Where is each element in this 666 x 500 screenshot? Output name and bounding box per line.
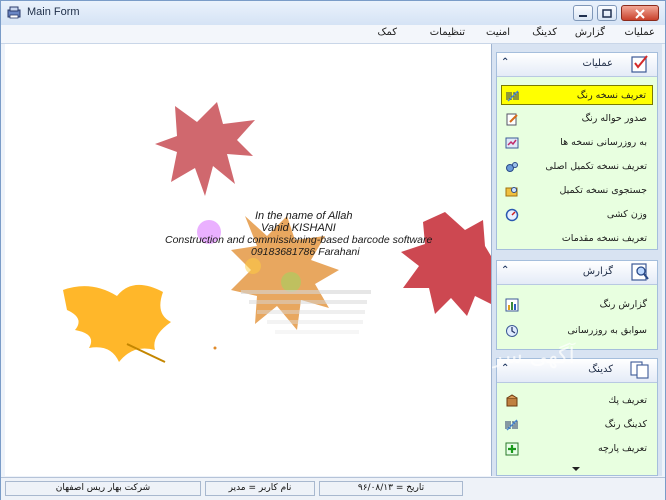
status-date: تاریخ = ۹۶/۰۸/۱۳ xyxy=(319,481,463,496)
menu-help[interactable]: کمک xyxy=(378,27,398,38)
item-define-fabric[interactable]: تعریف پارچه xyxy=(501,439,653,459)
item-define-pack[interactable]: تعریف پك xyxy=(501,391,653,411)
menu-security[interactable]: امنیت xyxy=(486,27,510,38)
package-icon xyxy=(506,394,518,407)
status-user: نام کاربر = مدیر xyxy=(205,481,315,496)
item-update-versions[interactable]: به روزرسانی نسخه ها xyxy=(501,133,653,153)
panel-operations-header[interactable]: ⌃ عملیات xyxy=(497,53,657,77)
splash-line-3: Construction and commissioning-based bar… xyxy=(165,234,433,246)
item-define-preliminary-version[interactable]: تعریف نسخه مقدمات xyxy=(501,229,653,249)
item-color-coding[interactable]: کدینگ رنگ xyxy=(501,415,653,435)
report-chart-icon xyxy=(505,298,519,312)
status-bar: تاریخ = ۹۶/۰۸/۱۳ نام کاربر = مدیر شرکت ب… xyxy=(1,477,665,500)
document-pen-icon xyxy=(506,113,518,126)
panel-operations: ⌃ عملیات تعریف نسخه رنگ صدور حواله رنگ ب… xyxy=(496,52,658,250)
menu-operations[interactable]: عملیات xyxy=(624,27,655,38)
workspace-canvas: In the name of Allah Vahid KISHANI Const… xyxy=(5,44,491,476)
main-window: Main Form عملیات گزارش کدینگ امنیت تنظیم… xyxy=(0,0,666,500)
barcode-icon xyxy=(506,90,519,102)
barcode-icon xyxy=(505,419,518,431)
copy-documents-icon xyxy=(630,361,649,379)
status-company: شرکت بهار ریس اصفهان xyxy=(5,481,201,496)
app-icon xyxy=(7,6,21,19)
gears-icon xyxy=(506,162,518,172)
window-title: Main Form xyxy=(27,6,80,18)
close-button[interactable] xyxy=(621,5,659,21)
minimize-button[interactable] xyxy=(573,5,593,21)
splash-line-1: In the name of Allah xyxy=(255,210,353,222)
menu-report[interactable]: گزارش xyxy=(575,27,605,38)
update-icon xyxy=(505,137,519,149)
autumn-leaves-art xyxy=(63,102,491,363)
panel-coding-title: کدینگ xyxy=(588,364,613,375)
panel-report-header[interactable]: ⌃ گزارش xyxy=(497,261,657,285)
splash-line-2: Vahid KISHANI xyxy=(261,222,336,234)
item-define-main-completion[interactable]: تعریف نسخه تکمیل اصلی xyxy=(501,157,653,177)
panel-coding: ⌃ کدینگ تعریف پك کدینگ رنگ تعریف پارچه xyxy=(496,358,658,476)
menu-coding[interactable]: کدینگ xyxy=(532,27,557,38)
magnifier-report-icon xyxy=(631,263,649,281)
menu-settings[interactable]: تنظیمات xyxy=(430,27,465,38)
title-bar[interactable]: Main Form xyxy=(1,1,665,26)
panel-operations-title: عملیات xyxy=(582,58,613,69)
item-define-color-version[interactable]: تعریف نسخه رنگ xyxy=(501,85,653,105)
item-update-history[interactable]: سوابق به روزرسانی xyxy=(501,321,653,341)
checklist-icon xyxy=(631,55,648,73)
item-weighing[interactable]: وزن کشی xyxy=(501,205,653,225)
sidebar: ⌃ عملیات تعریف نسخه رنگ صدور حواله رنگ ب… xyxy=(491,44,662,476)
collapse-chevron-icon[interactable]: ⌃ xyxy=(501,265,509,276)
minimize-icon xyxy=(579,15,587,17)
search-folder-icon xyxy=(505,187,518,197)
watermark-logo: آگهی سرا xyxy=(491,344,575,369)
menu-bar: عملیات گزارش کدینگ امنیت تنظیمات کمک xyxy=(1,25,665,44)
item-color-report[interactable]: گزارش رنگ xyxy=(501,295,653,315)
panel-report-title: گزارش xyxy=(582,266,613,277)
panel-report: ⌃ گزارش گزارش رنگ سوابق به روزرسانی xyxy=(496,260,658,350)
item-issue-color-voucher[interactable]: صدور حواله رنگ xyxy=(501,109,653,129)
maximize-icon xyxy=(602,9,612,18)
add-fabric-icon xyxy=(505,442,519,456)
collapse-chevron-icon[interactable]: ⌃ xyxy=(501,57,509,68)
splash-line-4: 09183681786 Farahani xyxy=(251,246,360,258)
close-icon xyxy=(635,9,645,19)
item-search-completion[interactable]: جستجوی نسخه تکمیل xyxy=(501,181,653,201)
maximize-button[interactable] xyxy=(597,5,617,21)
scroll-down-arrow-icon[interactable] xyxy=(571,465,581,473)
history-icon xyxy=(506,325,518,337)
scale-icon xyxy=(505,208,519,222)
